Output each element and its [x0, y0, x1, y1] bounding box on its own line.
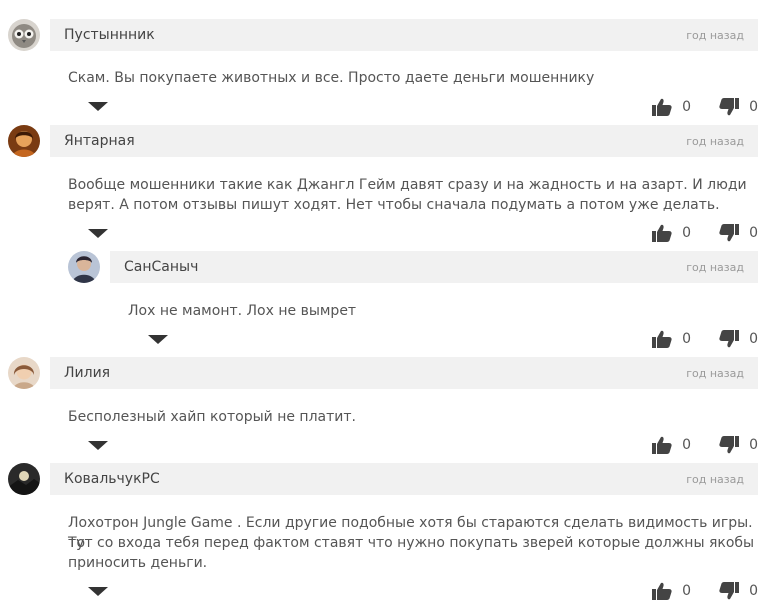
- vote-controls: 0 0: [652, 581, 758, 601]
- avatar-landscape-image: [8, 463, 40, 495]
- comment-time: год назад: [686, 28, 744, 42]
- thumbs-down-icon: [719, 98, 740, 116]
- author-name[interactable]: Лилия: [64, 365, 110, 381]
- author-name[interactable]: СанСаныч: [124, 259, 198, 275]
- like-button[interactable]: 0: [652, 582, 691, 600]
- comment-time: год назад: [686, 366, 744, 380]
- comment-time: год назад: [686, 260, 744, 274]
- comment-text-line: Вообще мошенники такие как Джангл Гейм д…: [68, 177, 747, 193]
- expand-replies-toggle[interactable]: [88, 102, 108, 111]
- thumbs-down-icon: [719, 582, 740, 600]
- avatar-woman-warm-image: [8, 125, 40, 157]
- comment-text-line: приносить деньги.: [68, 555, 208, 571]
- thumbs-up-icon: [652, 582, 672, 600]
- dislike-button[interactable]: 0: [719, 98, 758, 116]
- vote-controls: 0 0: [652, 329, 758, 349]
- comment-header: Лилия год назад: [50, 357, 758, 389]
- comment-text-line: верят. А потом отзывы пишут ходят. Нет ч…: [68, 197, 720, 213]
- like-button[interactable]: 0: [652, 98, 691, 116]
- like-button[interactable]: 0: [652, 436, 691, 454]
- thumbs-up-icon: [652, 330, 672, 348]
- thumbs-down-icon: [719, 330, 740, 348]
- like-count: 0: [682, 99, 692, 115]
- avatar[interactable]: [8, 125, 40, 157]
- like-count: 0: [682, 583, 692, 599]
- thumbs-up-icon: [652, 98, 672, 116]
- comment-text-line: тут со входа тебя перед фактом ставят чт…: [68, 535, 755, 551]
- expand-replies-toggle[interactable]: [88, 229, 108, 238]
- expand-replies-toggle[interactable]: [88, 587, 108, 596]
- thumbs-up-icon: [652, 436, 672, 454]
- vote-controls: 0 0: [652, 97, 758, 117]
- author-name[interactable]: Янтарная: [64, 133, 135, 149]
- dislike-count: 0: [749, 99, 758, 115]
- thumbs-up-icon: [652, 224, 672, 242]
- comment-header: Янтарная год назад: [50, 125, 758, 157]
- dislike-button[interactable]: 0: [719, 224, 758, 242]
- avatar[interactable]: [8, 463, 40, 495]
- comment-time: год назад: [686, 472, 744, 486]
- like-count: 0: [682, 331, 692, 347]
- like-count: 0: [682, 225, 692, 241]
- comment-text: Лох не мамонт. Лох не вымрет: [128, 303, 357, 319]
- comment-text: Скам. Вы покупаете животных и все. Прост…: [68, 70, 595, 86]
- like-button[interactable]: 0: [652, 224, 691, 242]
- avatar[interactable]: [8, 19, 40, 51]
- avatar[interactable]: [68, 251, 100, 283]
- expand-replies-toggle[interactable]: [88, 441, 108, 450]
- comment-time: год назад: [686, 134, 744, 148]
- like-button[interactable]: 0: [652, 330, 691, 348]
- avatar-owl-image: [8, 19, 40, 51]
- author-name[interactable]: КовальчукРС: [64, 471, 160, 487]
- dislike-count: 0: [749, 225, 758, 241]
- dislike-count: 0: [749, 331, 758, 347]
- vote-controls: 0 0: [652, 223, 758, 243]
- author-name[interactable]: Пустыннник: [64, 27, 155, 43]
- dislike-count: 0: [749, 437, 758, 453]
- vote-controls: 0 0: [652, 435, 758, 455]
- dislike-button[interactable]: 0: [719, 330, 758, 348]
- dislike-count: 0: [749, 583, 758, 599]
- comment-header: СанСаныч год назад: [110, 251, 758, 283]
- avatar-person-dark-image: [68, 251, 100, 283]
- thumbs-down-icon: [719, 224, 740, 242]
- like-count: 0: [682, 437, 692, 453]
- comment-text: Бесполезный хайп который не платит.: [68, 409, 356, 425]
- comment-header: КовальчукРС год назад: [50, 463, 758, 495]
- dislike-button[interactable]: 0: [719, 582, 758, 600]
- dislike-button[interactable]: 0: [719, 436, 758, 454]
- comment-header: Пустыннник год назад: [50, 19, 758, 51]
- avatar-woman-light-image: [8, 357, 40, 389]
- expand-replies-toggle[interactable]: [148, 335, 168, 344]
- thumbs-down-icon: [719, 436, 740, 454]
- avatar[interactable]: [8, 357, 40, 389]
